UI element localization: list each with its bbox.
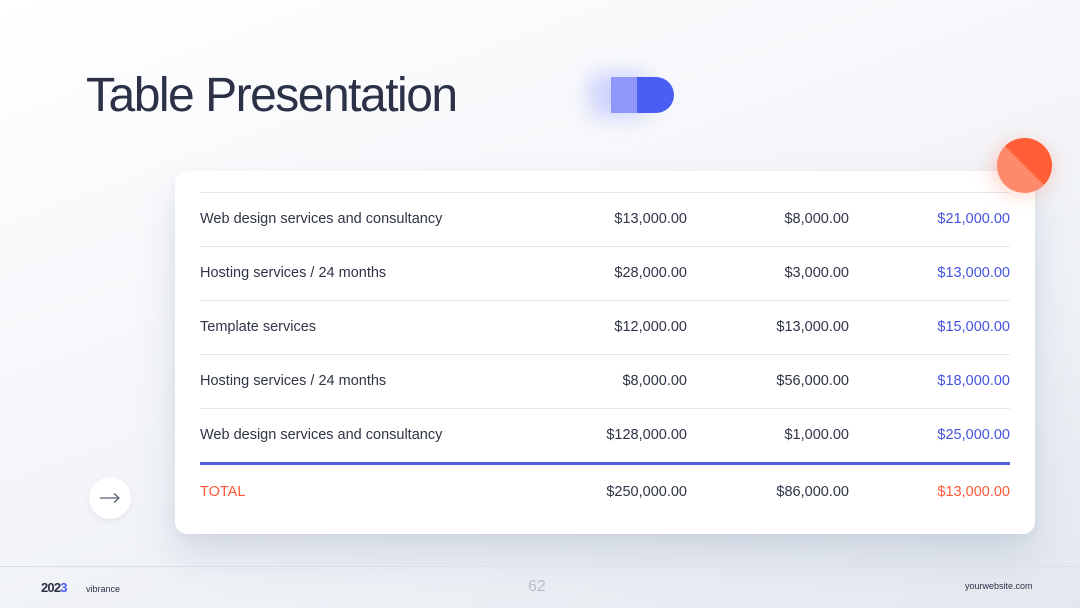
row-value-2: $1,000.00 xyxy=(784,427,849,443)
row-label: Web design services and consultancy xyxy=(200,211,443,227)
table-row: Hosting services / 24 months $8,000.00 $… xyxy=(200,354,1010,408)
row-value-3: $18,000.00 xyxy=(937,373,1010,389)
row-value-3: $21,000.00 xyxy=(937,211,1010,227)
pill-right-segment xyxy=(637,77,674,113)
circle-decoration-icon xyxy=(997,138,1052,193)
row-value-3: $15,000.00 xyxy=(937,319,1010,335)
table-row: Template services $12,000.00 $13,000.00 … xyxy=(200,300,1010,354)
footer-year-suffix: 3 xyxy=(60,580,67,595)
row-value-1: $8,000.00 xyxy=(622,373,687,389)
table-row: Hosting services / 24 months $28,000.00 … xyxy=(200,246,1010,300)
row-label: Hosting services / 24 months xyxy=(200,373,387,389)
row-value-1: $128,000.00 xyxy=(606,427,687,443)
row-value-1: $28,000.00 xyxy=(614,265,687,281)
table-row: Web design services and consultancy $128… xyxy=(200,408,1010,462)
footer-website[interactable]: yourwebsite.com xyxy=(965,581,1033,591)
next-button[interactable] xyxy=(89,477,131,519)
total-row: TOTAL $250,000.00 $86,000.00 $13,000.00 xyxy=(200,462,1010,521)
footer-year: 2023 xyxy=(41,580,68,595)
row-label: Template services xyxy=(200,319,317,335)
footer-brand: vibrance xyxy=(86,584,121,594)
total-value-1: $250,000.00 xyxy=(606,484,687,500)
pill-left-segment xyxy=(611,77,637,113)
total-value-3: $13,000.00 xyxy=(937,484,1010,500)
table-row: Web design services and consultancy $13,… xyxy=(200,192,1010,246)
row-value-1: $12,000.00 xyxy=(614,319,687,335)
table-card: Web design services and consultancy $13,… xyxy=(175,171,1035,534)
row-value-3: $13,000.00 xyxy=(937,265,1010,281)
row-value-1: $13,000.00 xyxy=(614,211,687,227)
footer-divider xyxy=(0,566,1080,567)
row-value-2: $3,000.00 xyxy=(784,265,849,281)
total-label: TOTAL xyxy=(200,484,246,500)
data-table: Web design services and consultancy $13,… xyxy=(200,192,1010,521)
slide-title: Table Presentation xyxy=(86,69,458,122)
row-label: Hosting services / 24 months xyxy=(200,265,387,281)
row-value-2: $13,000.00 xyxy=(776,319,849,335)
total-value-2: $86,000.00 xyxy=(776,484,849,500)
row-value-2: $8,000.00 xyxy=(784,211,849,227)
pill-decoration-icon xyxy=(589,73,674,117)
row-value-3: $25,000.00 xyxy=(937,427,1010,443)
row-value-2: $56,000.00 xyxy=(776,373,849,389)
page-number: 62 xyxy=(528,578,546,595)
row-label: Web design services and consultancy xyxy=(200,427,443,443)
arrow-right-icon xyxy=(100,493,120,503)
footer-year-prefix: 202 xyxy=(41,580,61,595)
